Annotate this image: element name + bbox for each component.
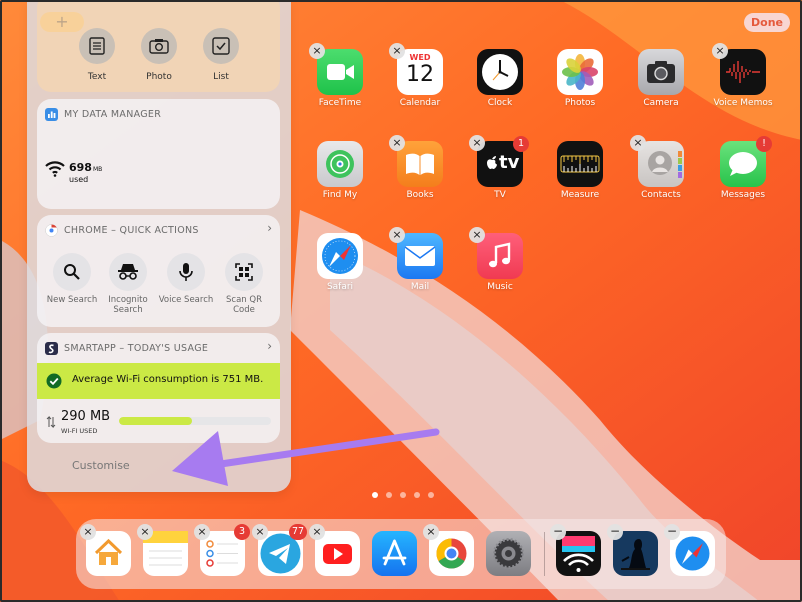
delete-app-icon[interactable]: × [252,524,268,540]
dock-separator [544,532,545,576]
delete-app-icon[interactable]: × [309,524,325,540]
page-dot [386,492,392,498]
delete-app-icon[interactable]: × [194,524,210,540]
delete-app-icon[interactable]: × [423,524,439,540]
arrow-annotation-icon [172,428,440,486]
delete-app-icon[interactable]: × [80,524,96,540]
page-dot [428,492,434,498]
page-dot [372,492,378,498]
notification-badge: 77 [289,524,308,540]
page-dot [414,492,420,498]
settings-icon [486,531,531,576]
page-indicator[interactable] [372,492,434,498]
app-store-icon [372,531,417,576]
remove-app-icon[interactable]: − [664,524,680,540]
notification-badge: 3 [234,524,250,540]
remove-app-icon[interactable]: − [607,524,623,540]
page-dot [400,492,406,498]
remove-app-icon[interactable]: − [550,524,566,540]
delete-app-icon[interactable]: × [137,524,153,540]
